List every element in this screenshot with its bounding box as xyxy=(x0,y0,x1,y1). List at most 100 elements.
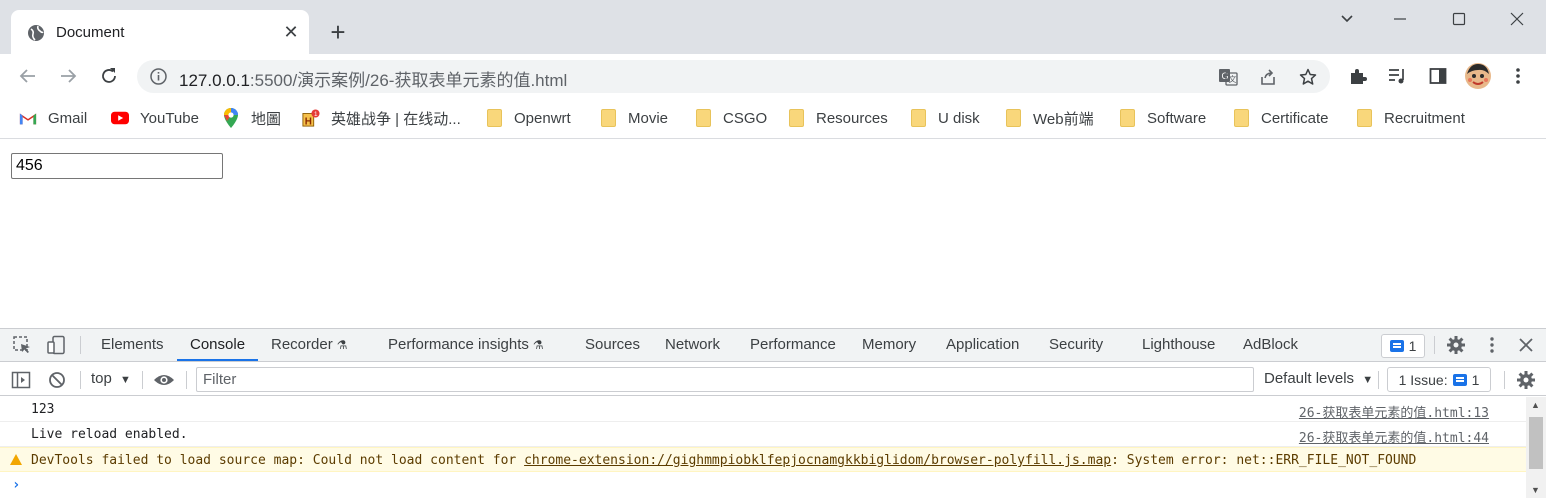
url-host: 127.0.0.1 xyxy=(179,71,250,90)
device-toolbar-icon[interactable] xyxy=(44,333,68,357)
issues-count: 1 xyxy=(1471,371,1480,388)
context-value: top xyxy=(91,370,112,387)
gear-icon[interactable] xyxy=(1444,333,1468,357)
bookmark-youtube[interactable]: YouTube xyxy=(111,106,199,130)
browser-tab[interactable]: Document ✕ xyxy=(11,10,309,54)
folder-icon xyxy=(1232,109,1250,127)
bookmark-folder-software[interactable]: Software xyxy=(1118,106,1206,130)
devtools-tabbar: Elements Console Recorder ⚗ Performance i… xyxy=(0,329,1546,362)
tab-console[interactable]: Console xyxy=(177,329,259,361)
bookmark-label: CSGO xyxy=(723,109,768,127)
clear-console-icon[interactable] xyxy=(45,368,69,392)
console-output: 123 26-获取表单元素的值.html:13 Live reload enab… xyxy=(0,397,1526,498)
tab-application[interactable]: Application xyxy=(946,329,1019,361)
issues-button[interactable]: 1 Issue: 1 xyxy=(1387,367,1491,392)
close-window-button[interactable] xyxy=(1495,4,1539,34)
address-bar[interactable]: 127.0.0.1:5500/演示案例/26-获取表单元素的值.html G文 xyxy=(137,60,1330,93)
page-viewport xyxy=(0,140,1546,328)
bookmark-star-icon[interactable] xyxy=(1293,62,1323,92)
bookmark-label: Resources xyxy=(816,109,888,127)
reload-icon[interactable] xyxy=(94,61,124,91)
share-icon[interactable] xyxy=(1253,62,1283,92)
source-link[interactable]: 26-获取表单元素的值.html:13 xyxy=(1299,402,1489,421)
inspect-element-icon[interactable] xyxy=(10,333,34,357)
profile-avatar[interactable] xyxy=(1463,61,1493,91)
warning-suffix: : System error: net::ERR_FILE_NOT_FOUND xyxy=(1111,453,1417,468)
bookmark-label: Certificate xyxy=(1261,109,1329,127)
log-levels-select[interactable]: Default levels ▼ xyxy=(1264,370,1373,387)
warning-text: DevTools failed to load source map: Coul… xyxy=(31,453,1416,468)
eye-icon[interactable] xyxy=(152,368,176,392)
log-text: Live reload enabled. xyxy=(31,427,188,442)
divider xyxy=(1504,371,1505,389)
close-devtools-icon[interactable] xyxy=(1514,333,1538,357)
svg-text:文: 文 xyxy=(1229,74,1237,84)
folder-icon xyxy=(1118,109,1136,127)
warning-link[interactable]: chrome-extension://gighmmpiobklfepjocnam… xyxy=(524,453,1111,468)
divider xyxy=(1378,371,1379,389)
tab-security[interactable]: Security xyxy=(1049,329,1103,361)
bookmark-folder-recruitment[interactable]: Recruitment xyxy=(1355,106,1465,130)
youtube-icon xyxy=(111,109,129,127)
tab-recorder[interactable]: Recorder ⚗ xyxy=(271,329,347,361)
minimize-button[interactable] xyxy=(1378,4,1422,34)
filter-input[interactable]: Filter xyxy=(196,367,1254,392)
tab-performance[interactable]: Performance xyxy=(750,329,836,361)
tab-network[interactable]: Network xyxy=(665,329,720,361)
console-warning: DevTools failed to load source map: Coul… xyxy=(0,447,1526,472)
console-settings-gear-icon[interactable] xyxy=(1514,368,1538,392)
svg-text:1: 1 xyxy=(314,111,318,118)
console-message: Live reload enabled. 26-获取表单元素的值.html:44 xyxy=(0,422,1526,447)
bookmark-label: U disk xyxy=(938,109,980,127)
text-input[interactable] xyxy=(11,153,223,179)
game-icon: H1 xyxy=(302,109,320,127)
new-tab-button[interactable]: + xyxy=(325,19,351,46)
tab-elements[interactable]: Elements xyxy=(101,329,164,361)
side-panel-icon[interactable] xyxy=(1423,61,1453,91)
issues-counter-button[interactable]: 1 xyxy=(1381,334,1425,358)
tab-memory[interactable]: Memory xyxy=(862,329,916,361)
tab-adblock[interactable]: AdBlock xyxy=(1243,329,1298,361)
maps-icon xyxy=(222,108,240,128)
bookmark-folder-resources[interactable]: Resources xyxy=(787,106,888,130)
bookmark-folder-csgo[interactable]: CSGO xyxy=(694,106,767,130)
divider xyxy=(186,371,187,389)
bookmark-folder-udisk[interactable]: U disk xyxy=(909,106,980,130)
kebab-menu-icon[interactable] xyxy=(1503,61,1533,91)
tab-sources[interactable]: Sources xyxy=(585,329,640,361)
sidebar-toggle-icon[interactable] xyxy=(9,368,33,392)
media-control-icon[interactable] xyxy=(1383,61,1413,91)
bookmark-folder-certificate[interactable]: Certificate xyxy=(1232,106,1329,130)
forward-arrow-icon[interactable] xyxy=(53,61,83,91)
folder-icon xyxy=(909,109,927,127)
context-select[interactable]: top ▼ xyxy=(91,370,131,387)
back-arrow-icon[interactable] xyxy=(13,61,43,91)
close-tab-icon[interactable]: ✕ xyxy=(281,22,301,42)
console-prompt[interactable]: › xyxy=(12,477,20,493)
levels-value: Default levels xyxy=(1264,370,1355,387)
bookmark-maps[interactable]: 地圖 xyxy=(222,106,281,130)
issue-count: 1 xyxy=(1408,338,1417,354)
dropdown-arrow-icon: ▼ xyxy=(120,374,131,386)
extensions-puzzle-icon[interactable] xyxy=(1343,61,1373,91)
globe-icon xyxy=(27,24,45,42)
bookmark-game[interactable]: H1 英雄战争 | 在线动... xyxy=(302,106,461,130)
source-link[interactable]: 26-获取表单元素的值.html:44 xyxy=(1299,427,1489,446)
tab-search-icon[interactable] xyxy=(1325,4,1369,34)
tab-performance-insights[interactable]: Performance insights ⚗ xyxy=(388,329,544,361)
tab-lighthouse[interactable]: Lighthouse xyxy=(1142,329,1215,361)
experiment-flask-icon: ⚗ xyxy=(336,338,348,352)
scroll-down-icon[interactable]: ▼ xyxy=(1531,485,1540,495)
bookmark-gmail[interactable]: Gmail xyxy=(19,106,87,130)
experiment-flask-icon: ⚗ xyxy=(532,338,544,352)
maximize-button[interactable] xyxy=(1437,4,1481,34)
scroll-up-icon[interactable]: ▲ xyxy=(1531,400,1540,410)
bookmark-folder-web[interactable]: Web前端 xyxy=(1004,106,1094,130)
console-scrollbar[interactable]: ▲ ▼ xyxy=(1526,397,1546,498)
translate-icon[interactable]: G文 xyxy=(1213,62,1243,92)
site-info-icon[interactable] xyxy=(149,67,168,86)
bookmark-folder-openwrt[interactable]: Openwrt xyxy=(485,106,571,130)
bookmark-folder-movie[interactable]: Movie xyxy=(599,106,668,130)
scrollbar-thumb[interactable] xyxy=(1529,417,1543,469)
kebab-menu-icon[interactable] xyxy=(1480,333,1504,357)
